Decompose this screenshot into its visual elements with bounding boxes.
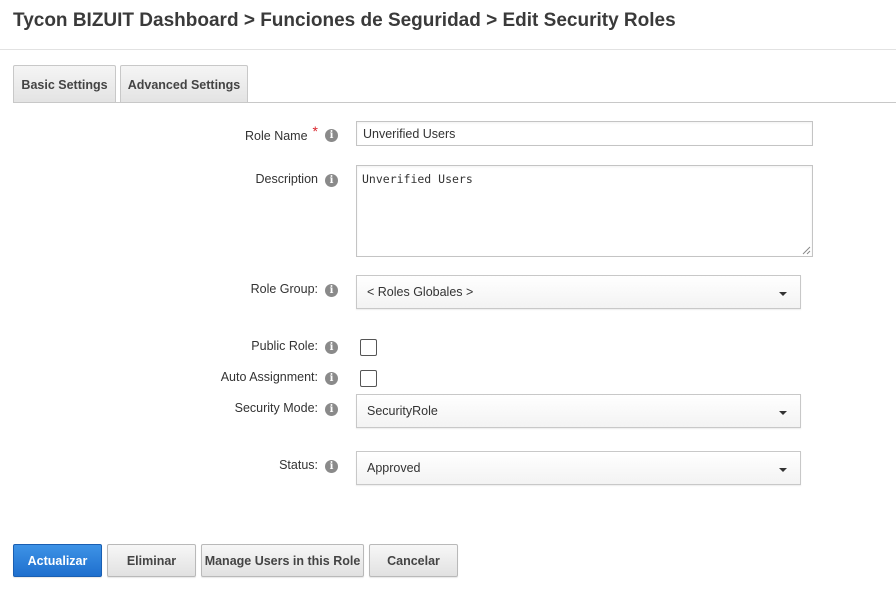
- role-group-value: < Roles Globales >: [367, 285, 474, 299]
- info-icon[interactable]: i: [325, 460, 338, 473]
- tabs-divider: [13, 102, 896, 103]
- info-icon[interactable]: i: [325, 129, 338, 142]
- security-mode-value: SecurityRole: [367, 404, 438, 418]
- role-group-select[interactable]: < Roles Globales >: [356, 275, 801, 309]
- status-select[interactable]: Approved: [356, 451, 801, 485]
- manage-users-button[interactable]: Manage Users in this Role: [201, 544, 364, 577]
- info-icon[interactable]: i: [325, 341, 338, 354]
- chevron-down-icon: [779, 411, 787, 415]
- cancel-button[interactable]: Cancelar: [369, 544, 458, 577]
- description-textarea[interactable]: Unverified Users: [356, 165, 813, 257]
- info-icon[interactable]: i: [325, 174, 338, 187]
- auto-assignment-label: Auto Assignment:: [220, 370, 318, 384]
- chevron-down-icon: [779, 292, 787, 296]
- edit-security-roles-page: Tycon BIZUIT Dashboard > Funciones de Se…: [0, 0, 896, 608]
- description-label: Description: [255, 172, 318, 186]
- role-group-label: Role Group:: [250, 282, 318, 296]
- delete-button[interactable]: Eliminar: [107, 544, 196, 577]
- info-icon[interactable]: i: [325, 372, 338, 385]
- security-mode-select[interactable]: SecurityRole: [356, 394, 801, 428]
- public-role-checkbox[interactable]: [360, 339, 377, 356]
- role-name-input[interactable]: Unverified Users: [356, 121, 813, 146]
- update-button[interactable]: Actualizar: [13, 544, 102, 577]
- role-name-label: Role Name *: [245, 123, 318, 143]
- breadcrumb-title: Tycon BIZUIT Dashboard > Funciones de Se…: [13, 10, 676, 31]
- chevron-down-icon: [779, 468, 787, 472]
- public-role-label: Public Role:: [251, 339, 318, 353]
- role-name-label-text: Role Name: [245, 129, 308, 143]
- description-text: Unverified Users: [362, 172, 473, 186]
- security-mode-label: Security Mode:: [234, 401, 318, 415]
- tab-advanced-settings[interactable]: Advanced Settings: [120, 65, 248, 103]
- status-value: Approved: [367, 461, 421, 475]
- status-label: Status:: [279, 458, 318, 472]
- required-asterisk: *: [312, 123, 318, 139]
- info-icon[interactable]: i: [325, 284, 338, 297]
- resize-grip-icon[interactable]: [802, 246, 811, 255]
- title-divider: [0, 49, 896, 50]
- auto-assignment-checkbox[interactable]: [360, 370, 377, 387]
- tab-basic-settings[interactable]: Basic Settings: [13, 65, 116, 103]
- info-icon[interactable]: i: [325, 403, 338, 416]
